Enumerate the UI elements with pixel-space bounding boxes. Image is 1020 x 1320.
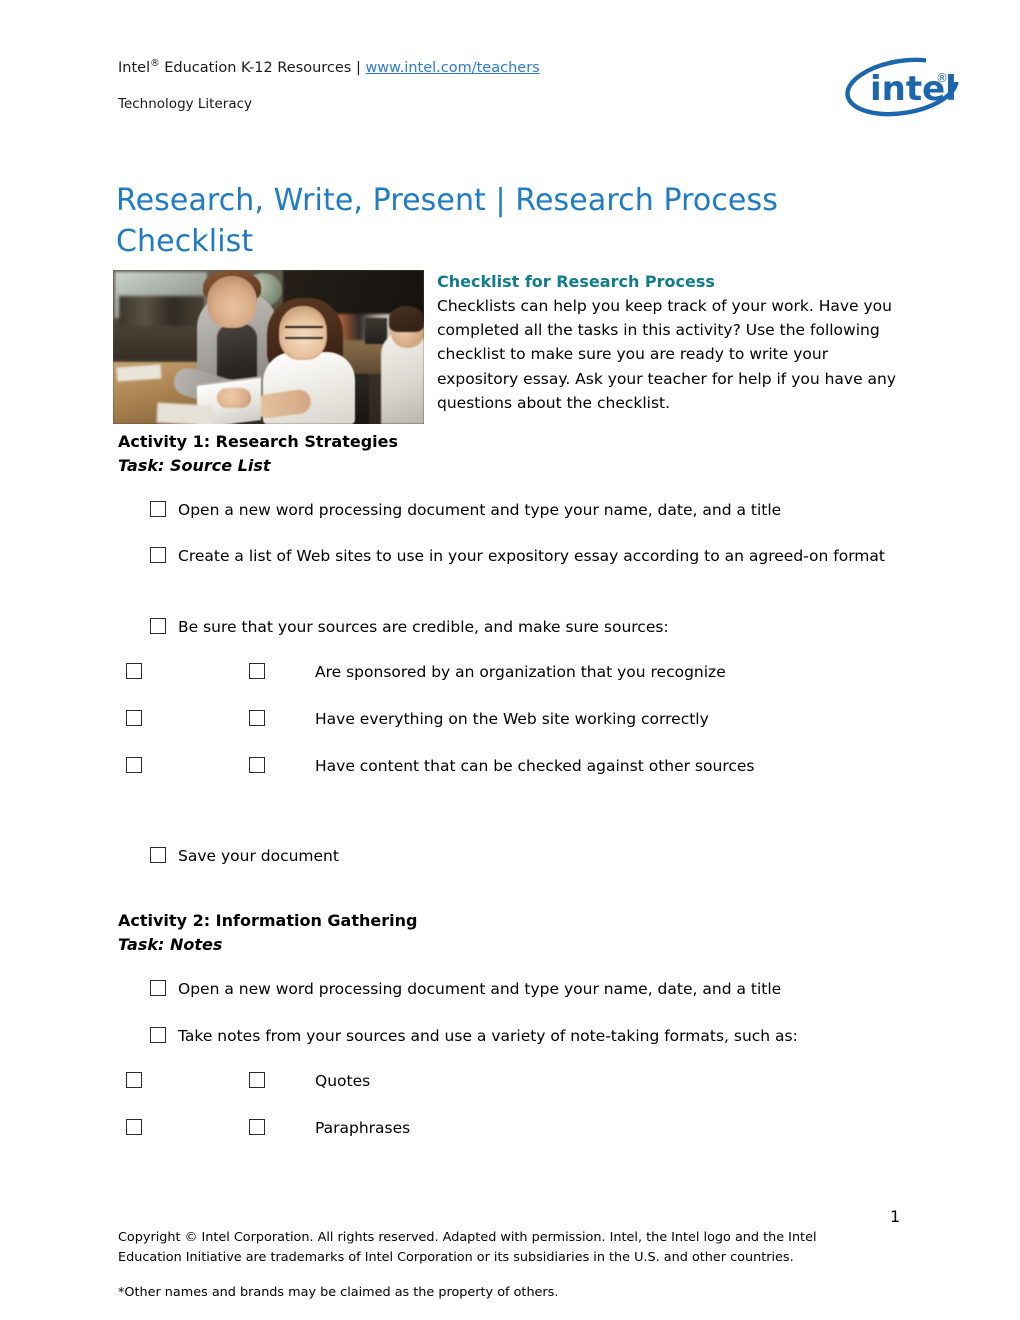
checkbox-outer[interactable] xyxy=(126,1072,142,1088)
photo-third-person-hair xyxy=(389,306,424,332)
checkbox[interactable] xyxy=(150,1027,166,1043)
checklist-subitem-label: Quotes xyxy=(315,1072,371,1090)
checklist-subitem-label: Are sponsored by an organization that yo… xyxy=(315,663,726,681)
photo-pencil-cup xyxy=(365,318,387,344)
checkbox[interactable] xyxy=(249,1119,265,1135)
page-number: 1 xyxy=(890,1207,901,1226)
checkbox[interactable] xyxy=(150,980,166,996)
classroom-photo xyxy=(113,270,424,424)
checkbox[interactable] xyxy=(150,618,166,634)
checkbox-outer[interactable] xyxy=(126,663,142,679)
checklist-item-label: Open a new word processing document and … xyxy=(178,501,782,519)
page-title: Research, Write, Present | Research Proc… xyxy=(116,183,778,260)
photo-teacher-head xyxy=(207,276,257,328)
photo-student-glasses xyxy=(285,326,323,339)
checklist-subitem-label: Paraphrases xyxy=(315,1119,411,1137)
checkbox-outer[interactable] xyxy=(126,1119,142,1135)
activity-2-task: Task: Notes xyxy=(118,935,223,954)
checklist-item-label: Open a new word processing document and … xyxy=(178,980,782,998)
header-subtitle: Technology Literacy xyxy=(118,96,253,112)
teachers-site-link[interactable]: www.intel.com/teachers xyxy=(365,60,539,76)
checkbox[interactable] xyxy=(249,710,265,726)
intro-heading: Checklist for Research Process xyxy=(437,272,715,291)
activity-1-task: Task: Source List xyxy=(118,456,271,475)
document-page: Intel® Education K-12 Resources | www.in… xyxy=(0,0,1020,1320)
checklist-item-label: Save your document xyxy=(178,847,339,865)
checklist-subitem-label: Have everything on the Web site working … xyxy=(315,710,709,728)
photo-paper-front xyxy=(156,402,214,424)
checkbox[interactable] xyxy=(249,757,265,773)
checkbox[interactable] xyxy=(249,663,265,679)
checkbox-outer[interactable] xyxy=(126,710,142,726)
checkbox[interactable] xyxy=(150,547,166,563)
footer: Copyright © Intel Corporation. All right… xyxy=(118,1228,858,1303)
intro-paragraph: Checklists can help you keep track of yo… xyxy=(437,297,897,412)
copyright-text: Copyright © Intel Corporation. All right… xyxy=(118,1230,817,1265)
checklist-subitem-label: Have content that can be checked against… xyxy=(315,757,755,775)
checkbox[interactable] xyxy=(249,1072,265,1088)
activity-2-heading: Activity 2: Information Gathering xyxy=(118,911,418,930)
header-line-rest: Education K-12 Resources | xyxy=(159,60,366,76)
other-names-text: *Other names and brands may be claimed a… xyxy=(118,1285,559,1300)
registered-mark-icon: ® xyxy=(150,58,160,70)
checklist-item-label: Create a list of Web sites to use in you… xyxy=(178,547,885,565)
header-brand: Intel xyxy=(118,60,151,76)
intel-logo-svg: intel ® xyxy=(845,57,966,117)
header-resource-line: Intel® Education K-12 Resources | www.in… xyxy=(118,58,540,78)
checkbox[interactable] xyxy=(150,501,166,517)
intel-registered-mark: ® xyxy=(936,71,948,85)
intel-logo: intel ® xyxy=(840,56,966,118)
checklist-item-label: Be sure that your sources are credible, … xyxy=(178,618,669,636)
checkbox[interactable] xyxy=(150,847,166,863)
checkbox-outer[interactable] xyxy=(126,757,142,773)
intro-block: Checklist for Research Process Checklist… xyxy=(437,270,909,415)
photo-teacher-hand xyxy=(217,388,251,408)
activity-1-heading: Activity 1: Research Strategies xyxy=(118,432,399,451)
photo-shelf-objects xyxy=(119,296,205,326)
checklist-item-label: Take notes from your sources and use a v… xyxy=(178,1027,798,1045)
